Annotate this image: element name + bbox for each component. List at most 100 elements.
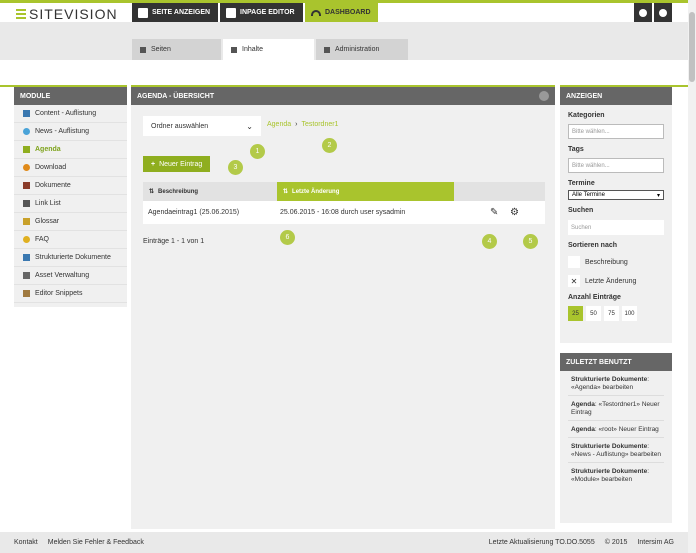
cell-letzte-aenderung: 25.06.2015 - 16:08 durch user sysadmin <box>280 209 406 216</box>
breadcrumb-agenda[interactable]: Agenda <box>267 121 291 128</box>
count-selector: 25 50 75 100 <box>568 306 664 321</box>
sidebar-item-strukturierte-dokumente[interactable]: Strukturierte Dokumente <box>14 249 127 267</box>
glossary-icon <box>23 218 30 225</box>
search-input[interactable]: Suchen <box>568 220 664 235</box>
termine-label: Termine <box>568 180 595 187</box>
footer-feedback-link[interactable]: Melden Sie Fehler & Feedback <box>48 539 144 546</box>
sitevision-logo[interactable]: SITEVISION <box>16 5 118 23</box>
pagination-info: Einträge 1 - 1 von 1 <box>143 238 205 245</box>
tab-seiten[interactable]: Seiten <box>132 39 221 60</box>
logo-text: SITEVISION <box>29 6 118 22</box>
chevron-down-icon: ⌄ <box>246 121 253 131</box>
table-header-beschreibung[interactable]: ⇅ Beschreibung <box>143 182 277 201</box>
sidebar-item-label: Link List <box>35 200 61 207</box>
recent-panel: ZULETZT BENUTZT Strukturierte Dokumente:… <box>560 353 672 523</box>
tags-input[interactable]: Bitte wählen... <box>568 158 664 173</box>
plus-icon: + <box>151 160 156 168</box>
footer-copyright: © 2015 <box>604 539 628 546</box>
dashboard-label: DASHBOARD <box>325 9 371 16</box>
sidebar-item-content-auflistung[interactable]: Content - Auflistung <box>14 105 127 123</box>
main-panel-header: AGENDA - ÜBERSICHT <box>131 87 555 105</box>
sidebar-item-label: Asset Verwaltung <box>35 272 90 279</box>
recent-item[interactable]: Strukturierte Dokumente: «News - Auflist… <box>568 438 664 463</box>
sidebar-item-dokumente[interactable]: Dokumente <box>14 177 127 195</box>
folder-select[interactable]: Ordner auswählen ⌄ <box>143 116 261 136</box>
list-icon <box>23 110 30 117</box>
chevron-right-icon: › <box>295 121 298 128</box>
termine-value: Alle Termine <box>572 192 605 198</box>
main-title: AGENDA - ÜBERSICHT <box>137 92 215 100</box>
inpage-editor-button[interactable]: INPAGE EDITOR <box>220 3 303 22</box>
sort-icon: ⇅ <box>283 189 289 195</box>
tab-inhalte[interactable]: Inhalte <box>223 39 314 60</box>
sidebar-item-label: Agenda <box>35 146 61 153</box>
sidebar-item-label: Glossar <box>35 218 60 225</box>
folder-select-label: Ordner auswählen <box>151 122 209 130</box>
scrollbar-thumb[interactable] <box>689 12 695 82</box>
tools-icon <box>324 46 330 53</box>
seite-anzeigen-button[interactable]: SEITE ANZEIGEN <box>132 3 218 22</box>
breadcrumb-testordner1[interactable]: Testordner1 <box>301 121 338 128</box>
recent-item[interactable]: Agenda: «Testordner1» Neuer Eintrag <box>568 396 664 421</box>
sidebar-item-news-auflistung[interactable]: News - Auflistung <box>14 123 127 141</box>
recent-item-module: Strukturierte Dokumente <box>571 443 648 450</box>
logo-bars-icon <box>16 9 26 19</box>
recent-item-module: Strukturierte Dokumente <box>571 376 648 383</box>
document-icon <box>23 182 30 189</box>
count-100[interactable]: 100 <box>622 306 637 321</box>
edit-pencil-icon[interactable]: ✎ <box>490 207 510 218</box>
sidebar-item-editor-snippets[interactable]: Editor Snippets <box>14 285 127 303</box>
sidebar-item-label: Download <box>35 164 67 171</box>
sort-option-letzte-aenderung[interactable]: ✕ Letzte Änderung <box>568 275 664 287</box>
table-header-letzte-aenderung[interactable]: ⇅ Letzte Änderung <box>277 182 454 201</box>
news-icon <box>23 128 30 135</box>
page-scrollbar[interactable] <box>688 0 696 553</box>
dashboard-button[interactable]: DASHBOARD <box>305 3 378 22</box>
settings-gear-icon[interactable]: ⚙ <box>510 207 530 218</box>
seite-anzeigen-label: SEITE ANZEIGEN <box>152 9 211 16</box>
sort-icon: ⇅ <box>149 189 155 195</box>
suchen-label: Suchen <box>568 207 594 214</box>
count-50[interactable]: 50 <box>586 306 601 321</box>
sidebar-item-faq[interactable]: FAQ <box>14 231 127 249</box>
right-panel-title: ANZEIGEN <box>560 87 672 105</box>
module-sidebar: Content - Auflistung News - Auflistung A… <box>14 105 127 307</box>
page-icon <box>140 46 146 53</box>
count-25[interactable]: 25 <box>568 306 583 321</box>
new-entry-button[interactable]: + Neuer Eintrag <box>143 156 211 172</box>
kategorien-input[interactable]: Bitte wählen... <box>568 124 664 139</box>
table-header-actions <box>454 182 545 201</box>
sidebar-item-download[interactable]: Download <box>14 159 127 177</box>
header-label: Beschreibung <box>158 188 199 195</box>
sidebar-item-agenda[interactable]: Agenda <box>14 141 127 159</box>
table-row[interactable]: Agendaeintrag1 (25.06.2015) 25.06.2015 -… <box>143 201 545 224</box>
footer-kontakt-link[interactable]: Kontakt <box>14 539 38 546</box>
sidebar-item-link-list[interactable]: Link List <box>14 195 127 213</box>
tab-administration[interactable]: Administration <box>316 39 408 60</box>
sort-option-label: Beschreibung <box>585 258 628 266</box>
help-icon[interactable] <box>539 91 549 101</box>
recent-item[interactable]: Agenda: «root» Neuer Eintrag <box>568 421 664 438</box>
count-75[interactable]: 75 <box>604 306 619 321</box>
link-icon <box>23 200 30 207</box>
sidebar-item-glossar[interactable]: Glossar <box>14 213 127 231</box>
sort-option-beschreibung[interactable]: Beschreibung <box>568 256 664 268</box>
recent-item[interactable]: Strukturierte Dokumente: «Agenda» bearbe… <box>568 371 664 396</box>
kategorien-label: Kategorien <box>568 112 605 119</box>
user-button[interactable] <box>654 3 672 22</box>
checkbox[interactable] <box>568 256 580 268</box>
structured-doc-icon <box>23 254 30 261</box>
help-button[interactable] <box>634 3 652 22</box>
sidebar-item-label: Strukturierte Dokumente <box>35 254 111 261</box>
sidebar-item-asset-verwaltung[interactable]: Asset Verwaltung <box>14 267 127 285</box>
annotation-marker-6: 6 <box>280 230 295 245</box>
checkbox-checked-icon[interactable]: ✕ <box>568 275 580 287</box>
snippet-icon <box>23 290 30 297</box>
recent-item-module: Agenda <box>571 426 595 433</box>
recent-item-action: : «root» Neuer Eintrag <box>594 426 659 433</box>
tab-seiten-label: Seiten <box>151 46 171 53</box>
recent-item[interactable]: Strukturierte Dokumente: «Module» bearbe… <box>568 463 664 487</box>
termine-select[interactable]: Alle Termine ▾ <box>568 190 664 200</box>
sidebar-item-label: News - Auflistung <box>35 128 90 135</box>
faq-icon <box>23 236 30 243</box>
